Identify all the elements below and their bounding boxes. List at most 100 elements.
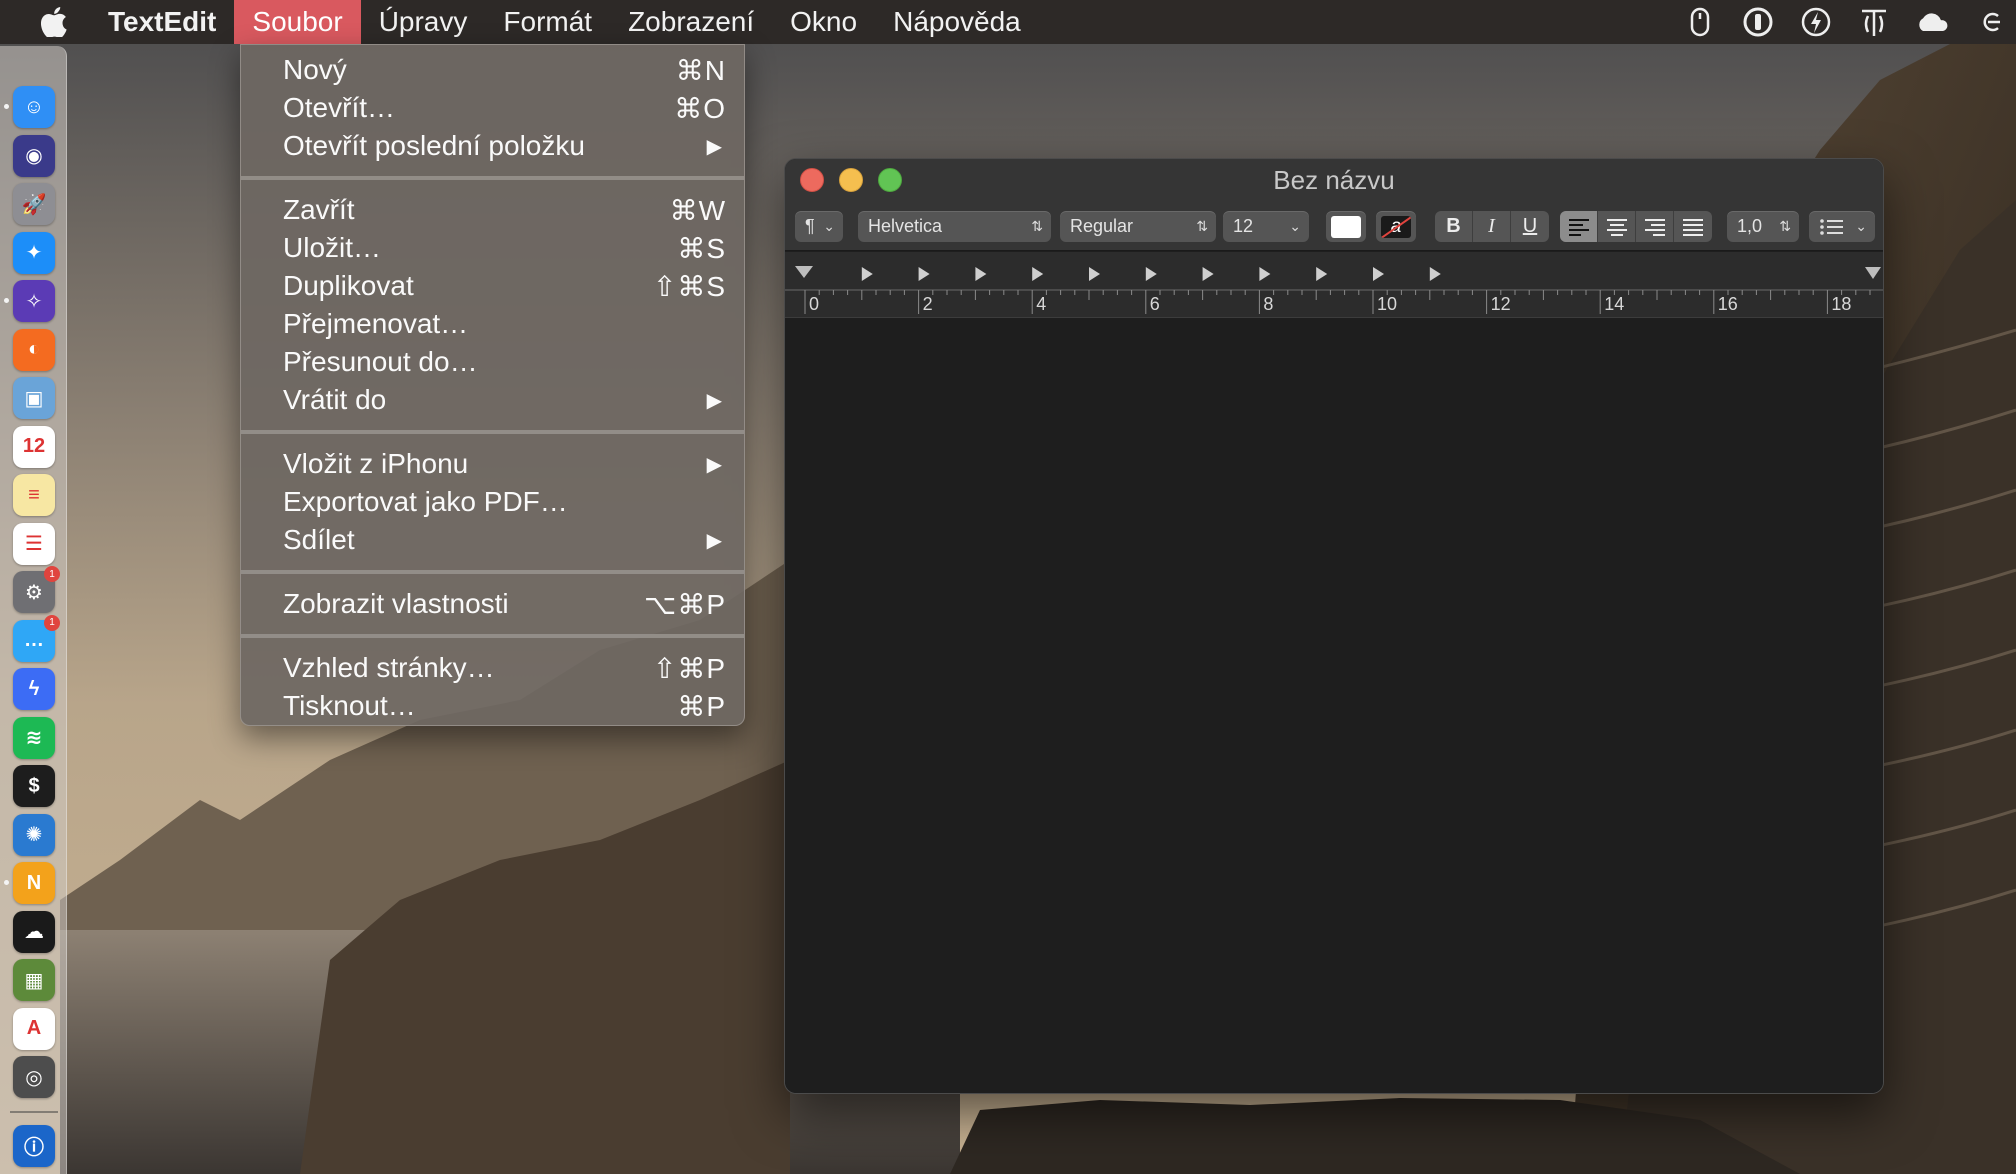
system-preferences-icon[interactable]: ⚙ 1 [13,566,60,613]
cloud-icon[interactable] [1914,4,1950,40]
textedit-window: Bez názvu ¶ ⌄ Helvetica ⇅ Regular ⇅ 12 ⌄ [784,158,1884,1094]
apple-menu-icon[interactable] [24,0,84,44]
menu-item[interactable]: Duplikovat ⇧⌘S [241,267,744,305]
menu-item[interactable]: Zobrazit vlastnosti ⌥⌘P [241,585,744,623]
minecraft-icon[interactable]: ▦ [13,959,55,1001]
menu-item-label: Sdílet [283,524,355,555]
keyboard-icon[interactable] [1856,4,1892,40]
dock-icon-glyph: ≋ [25,727,43,749]
mouse-icon[interactable] [1682,4,1718,40]
dock-icon-glyph: ⚙ [25,581,43,604]
line-spacing-popup[interactable]: 1,0 ⇅ [1727,211,1799,242]
siri-icon[interactable]: ◉ [13,134,55,177]
font-style-popup[interactable]: Regular ⇅ [1060,211,1216,242]
menu-item[interactable]: Sdílet ▶ [241,521,744,559]
menu-item[interactable]: Exportovat jako PDF… [241,483,744,521]
menu-item-shortcut: ⌘P [677,690,726,722]
right-margin-marker-icon[interactable] [1865,267,1881,279]
menu-item[interactable]: Přesunout do… [241,343,744,381]
menu-napoveda[interactable]: Nápověda [875,0,1039,44]
menu-item-shortcut: ⌥⌘P [644,588,726,620]
text-color-well[interactable] [1326,211,1366,242]
calendar-icon[interactable]: 12 [13,425,55,468]
tab-stop-icon[interactable] [1202,267,1214,281]
indent-marker-icon[interactable] [795,266,813,278]
menu-item-label: Duplikovat [283,270,414,301]
onepassword-icon[interactable] [1740,4,1776,40]
launchpad-icon[interactable]: 🚀 [13,183,55,225]
menu-okno[interactable]: Okno [772,0,875,44]
tab-stop-icon[interactable] [1316,267,1328,281]
menu-item-shortcut: ⌘N [675,54,726,86]
align-left-icon[interactable] [1560,211,1598,242]
paragraph-style-popup[interactable]: ¶ ⌄ [795,211,843,242]
menu-item[interactable]: Uložit… ⌘S [241,229,744,267]
font-family-popup[interactable]: Helvetica ⇅ [858,211,1051,242]
font-size-value: 12 [1233,216,1254,236]
messenger-icon[interactable]: ϟ [13,668,55,710]
justify-icon[interactable] [1674,211,1712,242]
accessibility-icon[interactable] [1972,4,2008,40]
autocad-icon[interactable]: A [13,1007,55,1050]
up-down-arrows-icon: ⇅ [1779,218,1791,234]
menu-upravy[interactable]: Úpravy [361,0,486,44]
ruler-label: 16 [1718,294,1738,314]
running-indicator [4,298,9,303]
tab-stop-icon[interactable] [1429,267,1441,281]
tab-stop-icon[interactable] [1089,267,1100,281]
list-bullets-popup[interactable]: ⌄ [1809,211,1875,242]
ruler[interactable]: 0 2 4 6 8 10 12 14 16 18 [785,252,1883,318]
bold-button[interactable]: B [1435,211,1473,242]
preview-icon[interactable]: ▣ [13,377,55,419]
menu-item-label: Zavřít [283,194,355,225]
menu-item[interactable]: Vzhled stránky… ⇧⌘P [241,649,744,687]
title-bar: Bez názvu ¶ ⌄ Helvetica ⇅ Regular ⇅ 12 ⌄ [785,159,1883,251]
menu-item[interactable]: Otevřít poslední položku ▶ [241,127,744,165]
menu-zobrazeni[interactable]: Zobrazení [610,0,772,44]
spotify-icon[interactable]: ≋ [13,716,55,759]
menu-item[interactable]: Zavřít ⌘W [241,191,744,229]
notes-icon[interactable]: ≡ [13,474,55,516]
tab-stop-icon[interactable] [861,267,873,281]
firefox-icon[interactable]: ◐ [13,328,55,371]
coral-app-icon[interactable]: ✺ [13,813,55,856]
menu-soubor[interactable]: Soubor [234,0,361,44]
cloud-app-icon[interactable]: ☁ [13,910,55,953]
status-area [1682,0,2016,44]
menu-item[interactable]: Nový ⌘N [241,51,744,89]
compass-app-icon[interactable]: ✧ [13,280,55,322]
nova-icon[interactable]: N [13,862,55,904]
menu-app-name[interactable]: TextEdit [84,0,234,44]
reminders-icon[interactable]: ☰ [13,522,55,565]
highlight-color-well[interactable]: a [1376,211,1416,242]
power-icon[interactable] [1798,4,1834,40]
safari-icon[interactable]: ✦ [13,231,55,274]
dock-icon-glyph: N [26,871,42,894]
terminal-icon[interactable]: $ [13,765,55,807]
submenu-arrow-icon: ▶ [706,389,722,412]
underline-button[interactable]: U [1511,211,1549,242]
menu-item[interactable]: Přejmenovat… [241,305,744,343]
menu-item[interactable]: Otevřít… ⌘O [241,89,744,127]
onepassword-dock-icon[interactable]: ⓘ [13,1124,55,1167]
tab-stop-icon[interactable] [918,267,930,281]
align-right-icon[interactable] [1636,211,1674,242]
font-size-combo[interactable]: 12 ⌄ [1223,211,1309,242]
tab-stop-icon[interactable] [975,267,987,281]
tab-stop-icon[interactable] [1373,267,1384,281]
menu-item[interactable]: Vrátit do ▶ [241,381,744,419]
tab-stop-icon[interactable] [1032,267,1044,281]
align-center-icon[interactable] [1598,211,1636,242]
italic-button[interactable]: I [1473,211,1511,242]
messages-icon[interactable]: … 1 [13,614,60,662]
notification-badge: 1 [44,566,60,582]
disk-utility-icon[interactable]: ◎ [13,1056,55,1098]
document-text-area[interactable] [785,319,1883,1093]
menu-format[interactable]: Formát [485,0,610,44]
menu-item[interactable]: Vložit z iPhonu ▶ [241,445,744,483]
tab-stop-icon[interactable] [1259,267,1271,281]
finder-icon[interactable]: ☺ [13,86,55,128]
menu-item-label: Otevřít poslední položku [283,130,585,161]
tab-stop-icon[interactable] [1145,267,1157,281]
menu-item[interactable]: Tisknout… ⌘P [241,687,744,725]
